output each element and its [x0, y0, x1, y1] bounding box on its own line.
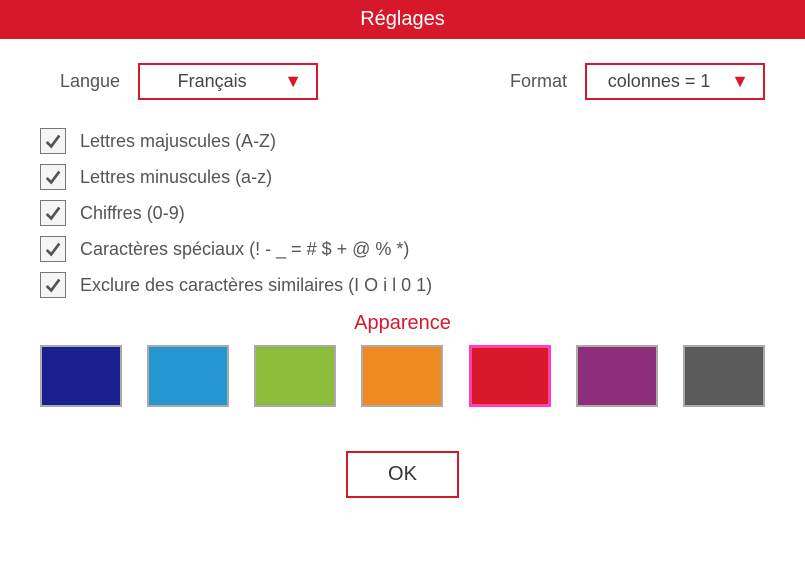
- language-select[interactable]: Français ▼: [138, 63, 318, 100]
- checkbox-option-1[interactable]: [40, 164, 66, 190]
- language-label: Langue: [60, 71, 120, 92]
- ok-button[interactable]: OK: [346, 451, 459, 498]
- format-value: colonnes = 1: [601, 71, 717, 92]
- checkbox-label: Chiffres (0-9): [80, 203, 185, 224]
- checkbox-label: Lettres minuscules (a-z): [80, 167, 272, 188]
- checkbox-option-3[interactable]: [40, 236, 66, 262]
- color-swatch-2[interactable]: [254, 345, 336, 407]
- checkbox-option-4[interactable]: [40, 272, 66, 298]
- caret-down-icon: ▼: [284, 71, 302, 92]
- checkbox-option-0[interactable]: [40, 128, 66, 154]
- format-select[interactable]: colonnes = 1 ▼: [585, 63, 765, 100]
- color-swatch-6[interactable]: [683, 345, 765, 407]
- appearance-heading: Apparence: [0, 312, 805, 335]
- checkbox-option-2[interactable]: [40, 200, 66, 226]
- color-swatch-0[interactable]: [40, 345, 122, 407]
- color-swatch-4[interactable]: [469, 345, 551, 407]
- checkbox-label: Lettres majuscules (A-Z): [80, 131, 276, 152]
- format-label: Format: [510, 71, 567, 92]
- color-swatch-3[interactable]: [361, 345, 443, 407]
- checkbox-label: Caractères spéciaux (! - _ = # $ + @ % *…: [80, 239, 409, 260]
- color-swatch-1[interactable]: [147, 345, 229, 407]
- color-swatch-5[interactable]: [576, 345, 658, 407]
- language-value: Français: [154, 71, 270, 92]
- dialog-title: Réglages: [0, 0, 805, 39]
- checkbox-label: Exclure des caractères similaires (I O i…: [80, 275, 432, 296]
- caret-down-icon: ▼: [731, 71, 749, 92]
